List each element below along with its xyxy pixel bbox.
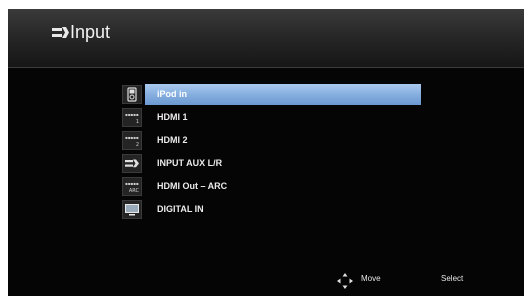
menu-item-hdmi-2[interactable]: ▪▪▪▪▪ 2 HDMI 2 (122, 130, 422, 151)
select-hint-label: Select (441, 274, 464, 283)
move-hint-label: Move (361, 274, 381, 283)
menu-item-hdmi-arc[interactable]: ▪▪▪▪▪ ARC HDMI Out – ARC (122, 176, 422, 197)
input-plug-icon (52, 27, 69, 38)
ipod-icon (122, 85, 142, 104)
menu-item-label: HDMI Out – ARC (157, 181, 228, 191)
menu-item-row[interactable]: HDMI 2 (145, 130, 421, 151)
tv-screen: Input iPod in ▪▪▪▪▪ 1 HDMI 1 ▪▪▪▪▪ 2 HDM… (8, 9, 524, 296)
menu-item-label: DIGITAL IN (157, 204, 204, 214)
menu-item-label: INPUT AUX L/R (157, 158, 223, 168)
menu-item-digital-in[interactable]: DIGITAL IN (122, 199, 422, 220)
menu-item-label: HDMI 1 (157, 112, 188, 122)
menu-item-highlight[interactable]: iPod in (145, 84, 421, 105)
input-menu: iPod in ▪▪▪▪▪ 1 HDMI 1 ▪▪▪▪▪ 2 HDMI 2 IN… (122, 84, 422, 222)
menu-item-label: iPod in (157, 89, 187, 99)
menu-item-row[interactable]: DIGITAL IN (145, 199, 421, 220)
page-title: Input (70, 22, 111, 42)
menu-item-label: HDMI 2 (157, 135, 188, 145)
aux-plug-icon (122, 154, 142, 173)
menu-item-row[interactable]: HDMI 1 (145, 107, 421, 128)
digital-in-icon (122, 200, 142, 219)
hdmi-2-icon: ▪▪▪▪▪ 2 (122, 131, 142, 150)
arrow-keys-icon (337, 273, 353, 289)
menu-item-aux[interactable]: INPUT AUX L/R (122, 153, 422, 174)
menu-item-row[interactable]: INPUT AUX L/R (145, 153, 421, 174)
menu-item-row[interactable]: HDMI Out – ARC (145, 176, 421, 197)
hdmi-1-icon: ▪▪▪▪▪ 1 (122, 108, 142, 127)
menu-item-ipod[interactable]: iPod in (122, 84, 422, 105)
header-bar: Input (8, 9, 524, 68)
menu-item-hdmi-1[interactable]: ▪▪▪▪▪ 1 HDMI 1 (122, 107, 422, 128)
hdmi-arc-icon: ▪▪▪▪▪ ARC (122, 177, 142, 196)
